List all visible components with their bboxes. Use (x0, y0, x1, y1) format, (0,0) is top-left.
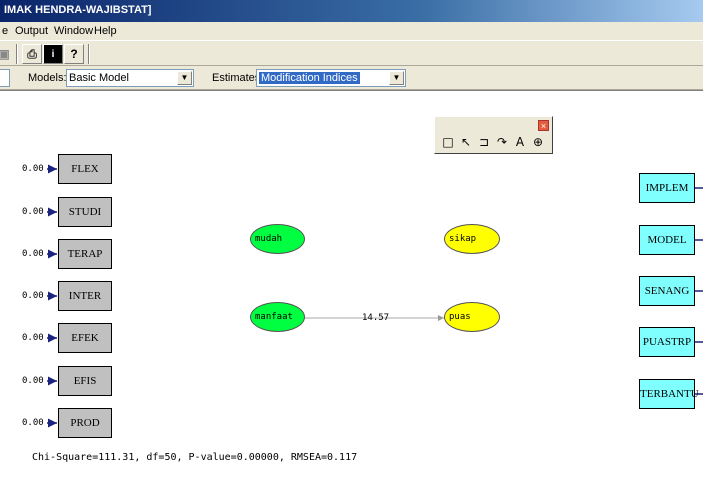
window-title: IMAK HENDRA-WAJIBSTAT] (4, 4, 152, 16)
rectangle-tool-icon[interactable]: □ (441, 135, 455, 149)
curve-tool-icon[interactable]: ↷ (495, 135, 509, 149)
error-value: 0.00 (22, 207, 44, 217)
estimates-select[interactable]: Modification Indices ▼ (256, 69, 406, 87)
latent-sikap[interactable]: sikap (444, 224, 500, 254)
bracket-tool-icon[interactable]: ⊐ (477, 135, 491, 149)
menu-item-file[interactable]: e (2, 25, 8, 37)
close-icon[interactable]: × (538, 120, 549, 131)
error-value: 0.00 (22, 291, 44, 301)
print-icon[interactable]: ⎙ (22, 44, 42, 64)
indicator-inter[interactable]: INTER (58, 281, 112, 311)
error-value: 0.00 (22, 418, 44, 428)
modification-index-value: 14.57 (362, 313, 390, 323)
partial-combo[interactable] (0, 69, 10, 87)
help-icon[interactable]: ? (64, 44, 84, 64)
menu-bar: e Output Window Help (0, 22, 703, 40)
indicator-flex[interactable]: FLEX (58, 154, 112, 184)
canvas-top-divider (0, 90, 703, 92)
menu-item-output[interactable]: Output (15, 25, 48, 37)
indicator-model[interactable]: MODEL (639, 225, 695, 255)
error-value: 0.00 (22, 376, 44, 386)
latent-mudah[interactable]: mudah (250, 224, 305, 254)
partial-toolbar-icon[interactable]: ▣ (0, 44, 14, 64)
error-value: 0.00 (22, 164, 44, 174)
models-value: Basic Model (69, 72, 129, 84)
toolbar-separator (88, 44, 90, 64)
model-selector-bar: Models: Basic Model ▼ Estimates: Modific… (0, 66, 703, 90)
latent-manfaat[interactable]: manfaat (250, 302, 305, 332)
menu-item-window[interactable]: Window (54, 25, 93, 37)
fit-statistics: Chi-Square=111.31, df=50, P-value=0.0000… (32, 452, 358, 463)
drawing-toolbox: × □ ↖ ⊐ ↷ A ⊕ (434, 116, 553, 154)
info-icon[interactable]: i (43, 44, 63, 64)
indicator-prod[interactable]: PROD (58, 408, 112, 438)
indicator-terap[interactable]: TERAP (58, 239, 112, 269)
indicator-studi[interactable]: STUDI (58, 197, 112, 227)
models-label: Models: (28, 72, 67, 84)
title-bar: IMAK HENDRA-WAJIBSTAT] (0, 0, 703, 22)
indicator-terbantu[interactable]: TERBANTU (639, 379, 699, 409)
error-value: 0.00 (22, 249, 44, 259)
indicator-implem[interactable]: IMPLEM (639, 173, 695, 203)
indicator-senang[interactable]: SENANG (639, 276, 695, 306)
indicator-efis[interactable]: EFIS (58, 366, 112, 396)
chevron-down-icon[interactable]: ▼ (177, 71, 192, 85)
text-tool-icon[interactable]: A (513, 135, 527, 149)
menu-item-help[interactable]: Help (94, 25, 117, 37)
arrow-tool-icon[interactable]: ↖ (459, 135, 473, 149)
indicator-puastrp[interactable]: PUASTRP (639, 327, 695, 357)
error-value: 0.00 (22, 333, 44, 343)
chevron-down-icon[interactable]: ▼ (389, 71, 404, 85)
zoom-tool-icon[interactable]: ⊕ (531, 135, 545, 149)
toolbar-separator (16, 44, 18, 64)
estimates-value: Modification Indices (259, 72, 360, 84)
toolbar: ▣ ⎙ i ? (0, 40, 703, 66)
latent-puas[interactable]: puas (444, 302, 500, 332)
models-select[interactable]: Basic Model ▼ (66, 69, 194, 87)
indicator-efek[interactable]: EFEK (58, 323, 112, 353)
